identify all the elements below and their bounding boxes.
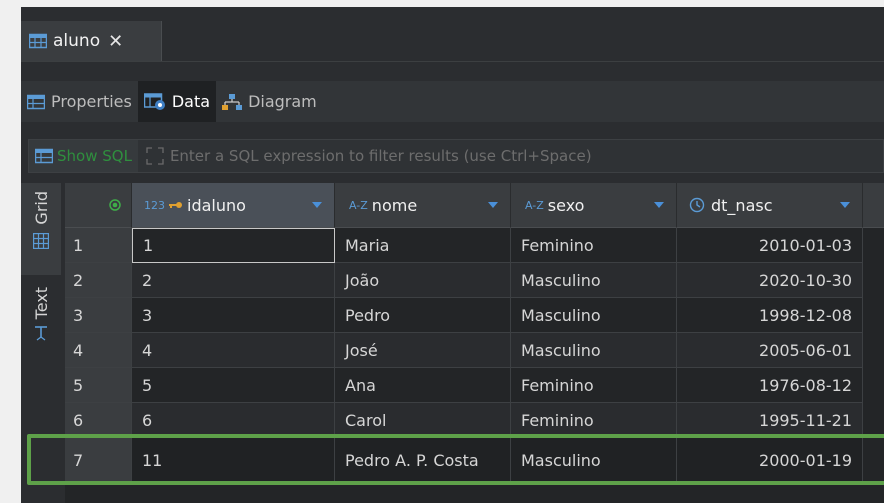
table-icon xyxy=(29,33,47,49)
key-icon xyxy=(169,202,182,208)
editor-tab-label: aluno xyxy=(53,31,101,51)
numeric-type-icon: 123 xyxy=(144,198,165,212)
cell-dt-nasc[interactable]: 2005-06-01 xyxy=(677,333,863,368)
table-row[interactable]: 7 11 Pedro A. P. Costa Masculino 2000-01… xyxy=(65,438,884,483)
table-row[interactable]: 2 2 João Masculino 2020-10-30 xyxy=(65,263,884,298)
editor-tab-aluno[interactable]: aluno ✕ xyxy=(21,21,162,61)
tab-data-label: Data xyxy=(171,92,211,111)
table-row[interactable]: 1 1 Maria Feminino 2010-01-03 xyxy=(65,228,884,263)
column-filter-icon[interactable] xyxy=(654,202,664,208)
cell-dt-nasc[interactable]: 1998-12-08 xyxy=(677,298,863,333)
cell-idaluno[interactable]: 3 xyxy=(132,298,335,333)
row-number[interactable]: 1 xyxy=(65,228,132,263)
cell-nome[interactable]: Ana xyxy=(335,368,511,403)
column-name: nome xyxy=(371,195,418,215)
cell-dt-nasc[interactable]: 1995-11-21 xyxy=(677,403,863,438)
tab-text-label: Text xyxy=(31,287,51,320)
editor-subtabs: Properties Data Diagram xyxy=(21,81,884,122)
column-header-nome[interactable]: A-Z nome xyxy=(335,183,511,228)
results-grid: 123 idaluno A-Z nome A-Z sexo dt_nasc 1 … xyxy=(65,183,884,503)
column-name: sexo xyxy=(547,195,585,215)
table-row[interactable]: 5 5 Ana Feminino 1976-08-12 xyxy=(65,368,884,403)
expand-icon[interactable] xyxy=(146,147,164,165)
show-sql-button[interactable]: Show SQL xyxy=(29,140,138,172)
text-mode-icon xyxy=(35,326,47,341)
table-row[interactable]: 4 4 José Masculino 2005-06-01 xyxy=(65,333,884,368)
text-type-icon: A-Z xyxy=(349,198,368,212)
column-filter-icon[interactable] xyxy=(840,202,850,208)
cell-idaluno[interactable]: 2 xyxy=(132,263,335,298)
tab-text[interactable]: Text xyxy=(21,287,61,373)
row-number[interactable]: 4 xyxy=(65,333,132,368)
cell-dt-nasc[interactable]: 2020-10-30 xyxy=(677,263,863,298)
cell-dt-nasc[interactable]: 2000-01-19 xyxy=(677,438,863,483)
text-type-icon: A-Z xyxy=(525,198,544,212)
editor-tab-strip: aluno ✕ xyxy=(21,7,884,62)
table-icon xyxy=(35,148,53,164)
column-name: dt_nasc xyxy=(711,195,773,215)
tab-data[interactable]: Data xyxy=(137,81,217,122)
cell-idaluno[interactable]: 5 xyxy=(132,368,335,403)
column-header-extra[interactable] xyxy=(863,183,884,228)
cell-sexo[interactable]: Feminino xyxy=(511,368,677,403)
filter-input[interactable] xyxy=(163,140,883,172)
tab-grid-label: Grid xyxy=(31,191,51,225)
close-icon[interactable]: ✕ xyxy=(108,31,123,52)
cell-sexo[interactable]: Masculino xyxy=(511,333,677,368)
cell-nome[interactable]: Maria xyxy=(335,228,511,263)
cell-nome[interactable]: Pedro xyxy=(335,298,511,333)
data-grid-icon xyxy=(143,92,165,110)
table-icon xyxy=(27,94,45,109)
cell-sexo[interactable]: Masculino xyxy=(511,263,677,298)
cell-dt-nasc[interactable]: 1976-08-12 xyxy=(677,368,863,403)
dbeaver-editor: aluno ✕ Properties Data Diagram Show SQL… xyxy=(21,7,884,503)
column-name: idaluno xyxy=(187,195,246,215)
row-number[interactable]: 2 xyxy=(65,263,132,298)
table-row[interactable]: 3 3 Pedro Masculino 1998-12-08 xyxy=(65,298,884,333)
filter-bar: Show SQL xyxy=(28,139,884,173)
show-sql-label: Show SQL xyxy=(57,147,132,165)
row-number[interactable]: 3 xyxy=(65,298,132,333)
grid-icon xyxy=(33,232,49,249)
cell-sexo[interactable]: Masculino xyxy=(511,298,677,333)
cell-dt-nasc[interactable]: 2010-01-03 xyxy=(677,228,863,263)
status-dot-icon xyxy=(109,199,121,211)
view-mode-tabs: Grid Text xyxy=(21,183,61,503)
cell-idaluno[interactable]: 1 xyxy=(132,228,335,263)
table-row[interactable]: 6 6 Carol Feminino 1995-11-21 xyxy=(65,403,884,438)
cell-nome[interactable]: José xyxy=(335,333,511,368)
cell-sexo[interactable]: Feminino xyxy=(511,403,677,438)
row-number-header[interactable] xyxy=(65,183,132,228)
tab-diagram[interactable]: Diagram xyxy=(216,81,323,122)
tab-properties[interactable]: Properties xyxy=(21,81,138,122)
tab-properties-label: Properties xyxy=(51,92,132,111)
column-filter-icon[interactable] xyxy=(488,202,498,208)
row-number[interactable]: 5 xyxy=(65,368,132,403)
clock-icon xyxy=(689,197,705,213)
cell-idaluno[interactable]: 11 xyxy=(132,438,335,483)
cell-idaluno[interactable]: 4 xyxy=(132,333,335,368)
column-header-sexo[interactable]: A-Z sexo xyxy=(511,183,677,228)
column-header-dt-nasc[interactable]: dt_nasc xyxy=(677,183,863,228)
column-header-idaluno[interactable]: 123 idaluno xyxy=(132,183,335,228)
cell-nome[interactable]: Pedro A. P. Costa xyxy=(335,438,511,483)
cell-nome[interactable]: João xyxy=(335,263,511,298)
row-number[interactable]: 6 xyxy=(65,403,132,438)
column-filter-icon[interactable] xyxy=(312,202,322,208)
cell-sexo[interactable]: Masculino xyxy=(511,438,677,483)
cell-idaluno[interactable]: 6 xyxy=(132,403,335,438)
diagram-icon xyxy=(222,93,243,110)
row-number[interactable]: 7 xyxy=(65,438,132,483)
cell-sexo[interactable]: Feminino xyxy=(511,228,677,263)
cell-nome[interactable]: Carol xyxy=(335,403,511,438)
tab-diagram-label: Diagram xyxy=(248,92,317,111)
tab-grid[interactable]: Grid xyxy=(21,183,61,275)
